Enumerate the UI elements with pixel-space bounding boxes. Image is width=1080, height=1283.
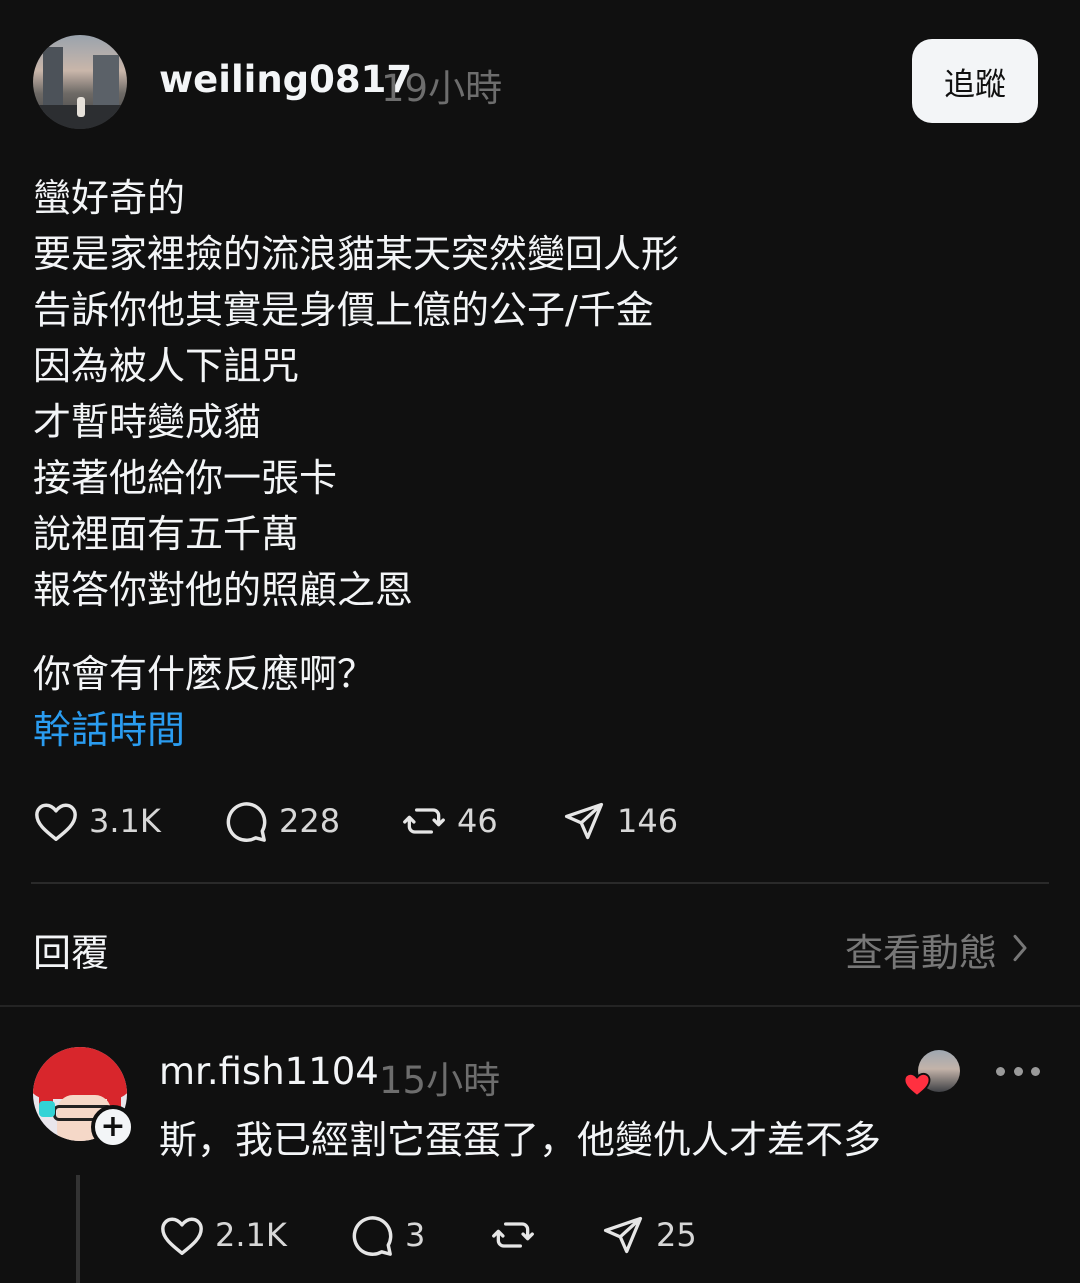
- post-text-line: 才暫時變成貓: [33, 400, 262, 444]
- view-activity-link[interactable]: 查看動態: [845, 922, 1029, 977]
- comment-bubble-icon: [223, 799, 269, 843]
- post-text-line: 因為被人下詛咒: [33, 344, 300, 388]
- replies-heading: 回覆: [33, 931, 110, 975]
- share-count: 146: [617, 802, 679, 840]
- post-question: 你會有什麼反應啊？: [33, 652, 376, 696]
- send-icon: [561, 799, 607, 843]
- like-count: 3.1K: [89, 802, 161, 840]
- reply-comment-button[interactable]: 3: [349, 1213, 425, 1257]
- heart-badge-icon: [902, 1070, 932, 1102]
- follow-button[interactable]: 追蹤: [912, 39, 1038, 123]
- reply-text: 斯，我已經割它蛋蛋了，他變仇人才差不多: [159, 1118, 882, 1162]
- reply-like-count: 2.1K: [215, 1216, 287, 1254]
- comment-button[interactable]: 228: [223, 799, 340, 843]
- send-icon: [600, 1213, 646, 1257]
- share-button[interactable]: 146: [561, 799, 678, 843]
- post-text-line: 說裡面有五千萬: [33, 512, 300, 556]
- repost-button[interactable]: 46: [401, 799, 498, 843]
- post-text-line: 接著他給你一張卡: [33, 456, 338, 500]
- comment-count: 228: [279, 802, 341, 840]
- post-text-line: 告訴你他其實是身價上億的公子/千金: [33, 288, 654, 332]
- follow-plus-icon[interactable]: +: [91, 1105, 135, 1149]
- post-text-line: 報答你對他的照顧之恩: [33, 568, 414, 612]
- reply-like-button[interactable]: 2.1K: [159, 1213, 287, 1257]
- post-text-line: 要是家裡撿的流浪貓某天突然變回人形: [33, 232, 680, 276]
- section-divider: [0, 1005, 1080, 1007]
- heart-icon: [159, 1213, 205, 1257]
- post-timestamp: 19小時: [381, 67, 503, 110]
- reply-share-button[interactable]: 25: [600, 1213, 697, 1257]
- reply-share-count: 25: [656, 1216, 697, 1254]
- repost-icon: [490, 1213, 536, 1257]
- like-button[interactable]: 3.1K: [33, 799, 161, 843]
- post-body: 蠻好奇的 要是家裡撿的流浪貓某天突然變回人形 告訴你他其實是身價上億的公子/千金…: [33, 170, 1043, 758]
- heart-icon: [33, 799, 79, 843]
- topic-tag-link[interactable]: 幹話時間: [33, 702, 1043, 758]
- comment-bubble-icon: [349, 1213, 395, 1257]
- post-author-username[interactable]: weiling0817: [159, 58, 412, 101]
- post-author-avatar[interactable]: [33, 35, 127, 129]
- reply-timestamp: 15小時: [379, 1059, 501, 1102]
- view-activity-label: 查看動態: [845, 931, 998, 975]
- divider: [31, 882, 1049, 884]
- repost-icon: [401, 799, 447, 843]
- post-text-line: 蠻好奇的: [33, 176, 186, 220]
- chevron-right-icon: [997, 928, 1029, 972]
- reply-comment-count: 3: [405, 1216, 426, 1254]
- thread-line: [76, 1175, 80, 1283]
- repost-count: 46: [457, 802, 498, 840]
- reply-author-username[interactable]: mr.fish1104: [159, 1050, 379, 1093]
- reply-repost-button[interactable]: [490, 1213, 536, 1257]
- more-icon[interactable]: [996, 1056, 1040, 1086]
